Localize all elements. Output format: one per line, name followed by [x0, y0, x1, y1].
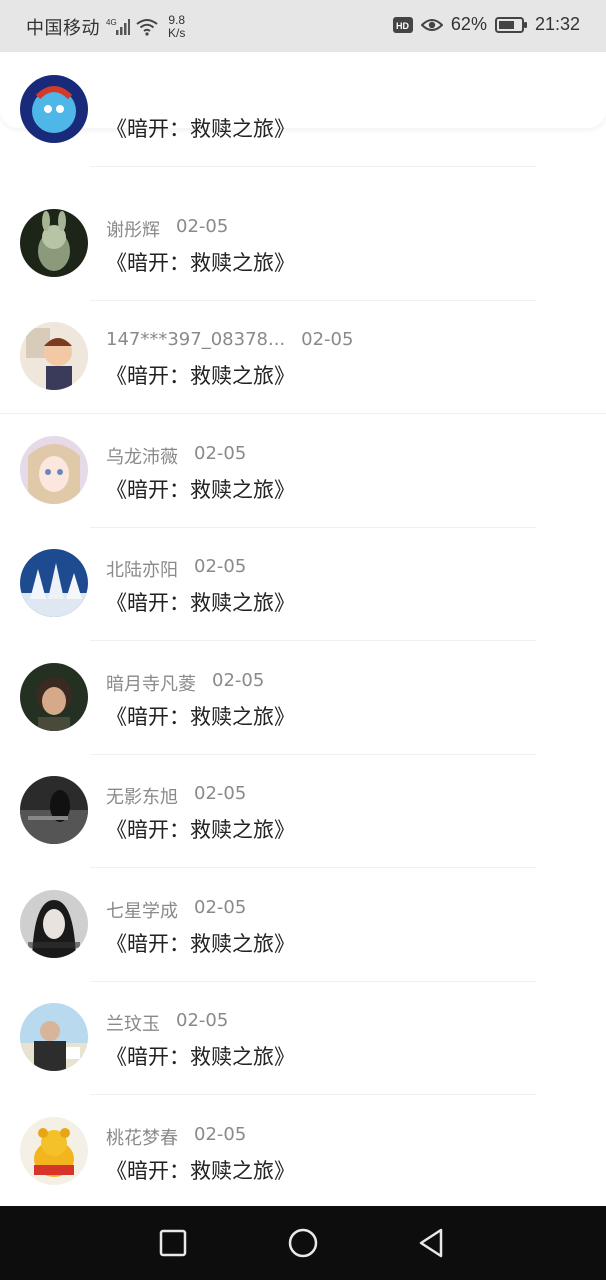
book-title: 《暗开：救赎之旅》: [106, 932, 295, 956]
speed-unit: K/s: [168, 26, 186, 40]
book-title: 《暗开：救赎之旅》: [106, 251, 295, 275]
item-meta: 兰玟玉 02-05: [106, 1010, 228, 1036]
list-item[interactable]: 乌龙沛薇 02-05 《暗开：救赎之旅》: [0, 415, 606, 528]
divider: [0, 413, 606, 414]
avatar: [20, 1003, 88, 1071]
book-title: 《暗开：救赎之旅》: [106, 478, 295, 502]
post-date: 02-05: [194, 897, 247, 918]
list-item[interactable]: 谢彤辉 02-05 《暗开：救赎之旅》: [0, 188, 606, 301]
svg-text:HD: HD: [396, 21, 409, 31]
divider: [90, 166, 536, 167]
svg-text:4G: 4G: [106, 18, 117, 27]
item-meta: 桃花梦春 02-05: [106, 1124, 246, 1150]
item-meta: 暗月寺凡菱 02-05: [106, 670, 264, 696]
post-date: 02-05: [194, 556, 247, 577]
user-name: 乌龙沛薇: [106, 447, 178, 468]
post-date: 02-05: [194, 1124, 247, 1145]
book-title: 《暗开：救赎之旅》: [106, 705, 295, 729]
book-title: 《暗开：救赎之旅》: [106, 1045, 295, 1069]
avatar: [20, 436, 88, 504]
avatar: [20, 663, 88, 731]
avatar: [20, 549, 88, 617]
book-title: 《暗开：救赎之旅》: [106, 818, 295, 842]
post-date: 02-05: [194, 443, 247, 464]
back-nav-icon[interactable]: [414, 1226, 448, 1260]
recent-apps-icon[interactable]: [156, 1226, 190, 1260]
system-nav-bar: [0, 1206, 606, 1280]
item-meta: 147***397_08378... 02-05: [106, 329, 353, 350]
item-meta: 谢彤辉 02-05: [106, 216, 228, 242]
item-meta: 乌龙沛薇 02-05: [106, 443, 246, 469]
item-meta: 无影东旭 02-05: [106, 783, 246, 809]
hd-icon: HD: [392, 16, 413, 34]
battery-icon: [494, 16, 527, 34]
item-meta: 七星学成 02-05: [106, 897, 246, 923]
list-item[interactable]: 147***397_08378... 02-05 《暗开：救赎之旅》: [0, 301, 606, 414]
user-name: 暗月寺凡菱: [106, 674, 196, 695]
post-date: 02-05: [176, 1010, 229, 1031]
status-right: HD 62% 21:32: [392, 14, 580, 35]
home-icon[interactable]: [286, 1226, 320, 1260]
user-name: 桃花梦春: [106, 1128, 178, 1149]
avatar: [20, 1117, 88, 1185]
user-name: 谢彤辉: [106, 220, 160, 241]
user-name: 无影东旭: [106, 787, 178, 808]
status-left: 中国移动 4G 9.8 K/s: [26, 14, 185, 40]
avatar: [20, 75, 88, 143]
post-date: 02-05: [176, 216, 229, 237]
user-name: 北陆亦阳: [106, 560, 178, 581]
post-date: 02-05: [194, 783, 247, 804]
wifi-icon: [136, 18, 158, 36]
avatar: [20, 209, 88, 277]
cellular-signal-icon: 4G: [106, 18, 130, 36]
list-item[interactable]: 北陆亦阳 02-05 《暗开：救赎之旅》: [0, 528, 606, 641]
book-title: 《暗开：救赎之旅》: [106, 364, 295, 388]
book-title: 《暗开：救赎之旅》: [106, 591, 295, 615]
user-name: 七星学成: [106, 901, 178, 922]
list-item[interactable]: 《暗开：救赎之旅》: [0, 54, 606, 167]
list-item[interactable]: 兰玟玉 02-05 《暗开：救赎之旅》: [0, 982, 606, 1095]
item-meta: 北陆亦阳 02-05: [106, 556, 246, 582]
divider: [90, 867, 536, 868]
avatar: [20, 776, 88, 844]
user-name: 兰玟玉: [106, 1014, 160, 1035]
list-item[interactable]: 暗月寺凡菱 02-05 《暗开：救赎之旅》: [0, 642, 606, 755]
user-name: 147***397_08378...: [106, 329, 286, 350]
book-title: 《暗开：救赎之旅》: [106, 117, 295, 141]
carrier-label: 中国移动: [26, 18, 100, 38]
post-date: 02-05: [212, 670, 265, 691]
eye-comfort-icon: [420, 16, 443, 34]
divider: [90, 640, 536, 641]
avatar: [20, 322, 88, 390]
list-item[interactable]: 七星学成 02-05 《暗开：救赎之旅》: [0, 869, 606, 982]
post-date: 02-05: [301, 329, 354, 350]
network-speed: 9.8 K/s: [168, 14, 185, 40]
divider: [90, 1094, 536, 1095]
clock: 21:32: [534, 14, 580, 34]
list-item[interactable]: 无影东旭 02-05 《暗开：救赎之旅》: [0, 755, 606, 868]
avatar: [20, 890, 88, 958]
list-item[interactable]: 桃花梦春 02-05 《暗开：救赎之旅》: [0, 1096, 606, 1209]
book-title: 《暗开：救赎之旅》: [106, 1159, 295, 1183]
battery-percent: 62%: [450, 14, 487, 34]
status-bar: 中国移动 4G 9.8 K/s HD 62% 21:32: [0, 0, 606, 52]
